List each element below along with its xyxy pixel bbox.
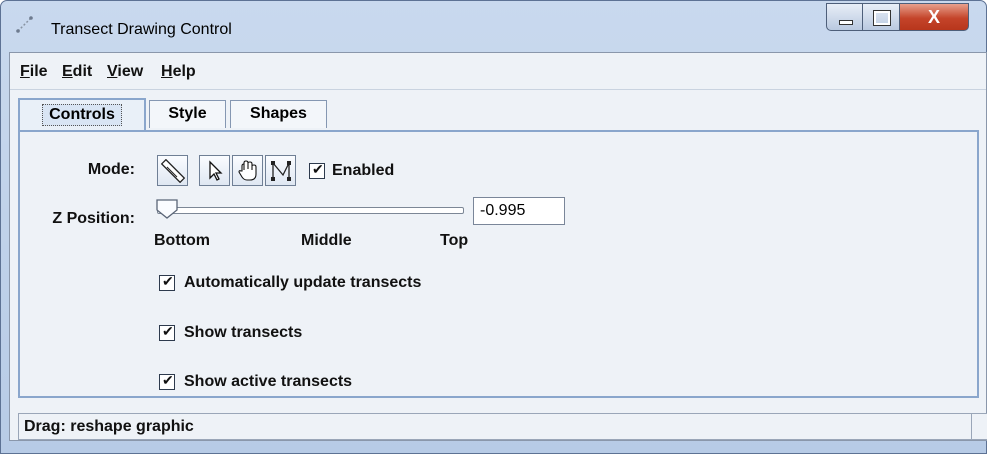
auto-update-label: Automatically update transects bbox=[184, 274, 422, 291]
z-position-slider-thumb[interactable] bbox=[155, 198, 179, 220]
status-divider bbox=[971, 414, 972, 439]
draw-line-icon bbox=[161, 159, 185, 183]
hand-icon bbox=[238, 160, 257, 181]
menu-view[interactable]: View bbox=[107, 63, 143, 81]
show-transects-label: Show transects bbox=[184, 324, 303, 341]
window-title: Transect Drawing Control bbox=[51, 21, 232, 38]
window: Transect Drawing Control X File Edit Vie… bbox=[0, 0, 987, 454]
close-icon: X bbox=[927, 7, 940, 27]
reshape-icon bbox=[271, 161, 291, 181]
enabled-checkbox[interactable] bbox=[309, 161, 325, 179]
show-active-transects-checkbox[interactable] bbox=[159, 372, 175, 390]
draw-line-button[interactable] bbox=[157, 155, 188, 186]
maximize-button[interactable] bbox=[862, 3, 900, 31]
tab-shapes[interactable]: Shapes bbox=[230, 100, 327, 128]
reshape-button[interactable] bbox=[265, 155, 296, 186]
menu-help[interactable]: Help bbox=[161, 63, 196, 81]
tick-bottom: Bottom bbox=[154, 232, 210, 249]
controls-panel: Mode: ✔ Enabled Z Position: Bottom Middl… bbox=[18, 130, 979, 398]
enabled-label: Enabled bbox=[332, 162, 395, 179]
client-area: File Edit View Help Controls Style Shape… bbox=[9, 52, 987, 441]
z-position-input[interactable] bbox=[473, 197, 565, 225]
pan-button[interactable] bbox=[232, 155, 263, 186]
menu-bar: File Edit View Help bbox=[10, 53, 986, 90]
z-position-slider-track[interactable] bbox=[157, 207, 464, 214]
pointer-button[interactable] bbox=[199, 155, 230, 186]
minimize-button[interactable] bbox=[826, 3, 863, 31]
close-button[interactable]: X bbox=[899, 3, 969, 31]
mode-label: Mode: bbox=[87, 161, 135, 178]
tick-top: Top bbox=[440, 232, 469, 249]
z-position-label: Z Position: bbox=[52, 210, 135, 227]
auto-update-checkbox[interactable] bbox=[159, 273, 175, 291]
status-text: Drag: reshape graphic bbox=[24, 418, 194, 435]
app-icon bbox=[16, 16, 33, 33]
pointer-icon bbox=[209, 160, 223, 181]
tab-strip: Controls Style Shapes bbox=[10, 90, 986, 130]
menu-edit[interactable]: Edit bbox=[62, 63, 92, 81]
status-bar: Drag: reshape graphic bbox=[18, 413, 987, 440]
menu-file[interactable]: File bbox=[20, 63, 48, 81]
tab-controls[interactable]: Controls bbox=[18, 98, 146, 130]
show-transects-checkbox[interactable] bbox=[159, 323, 175, 341]
title-bar[interactable]: Transect Drawing Control X bbox=[1, 1, 986, 45]
tick-middle: Middle bbox=[301, 232, 352, 249]
show-active-transects-label: Show active transects bbox=[184, 373, 353, 390]
tab-style[interactable]: Style bbox=[149, 100, 226, 128]
